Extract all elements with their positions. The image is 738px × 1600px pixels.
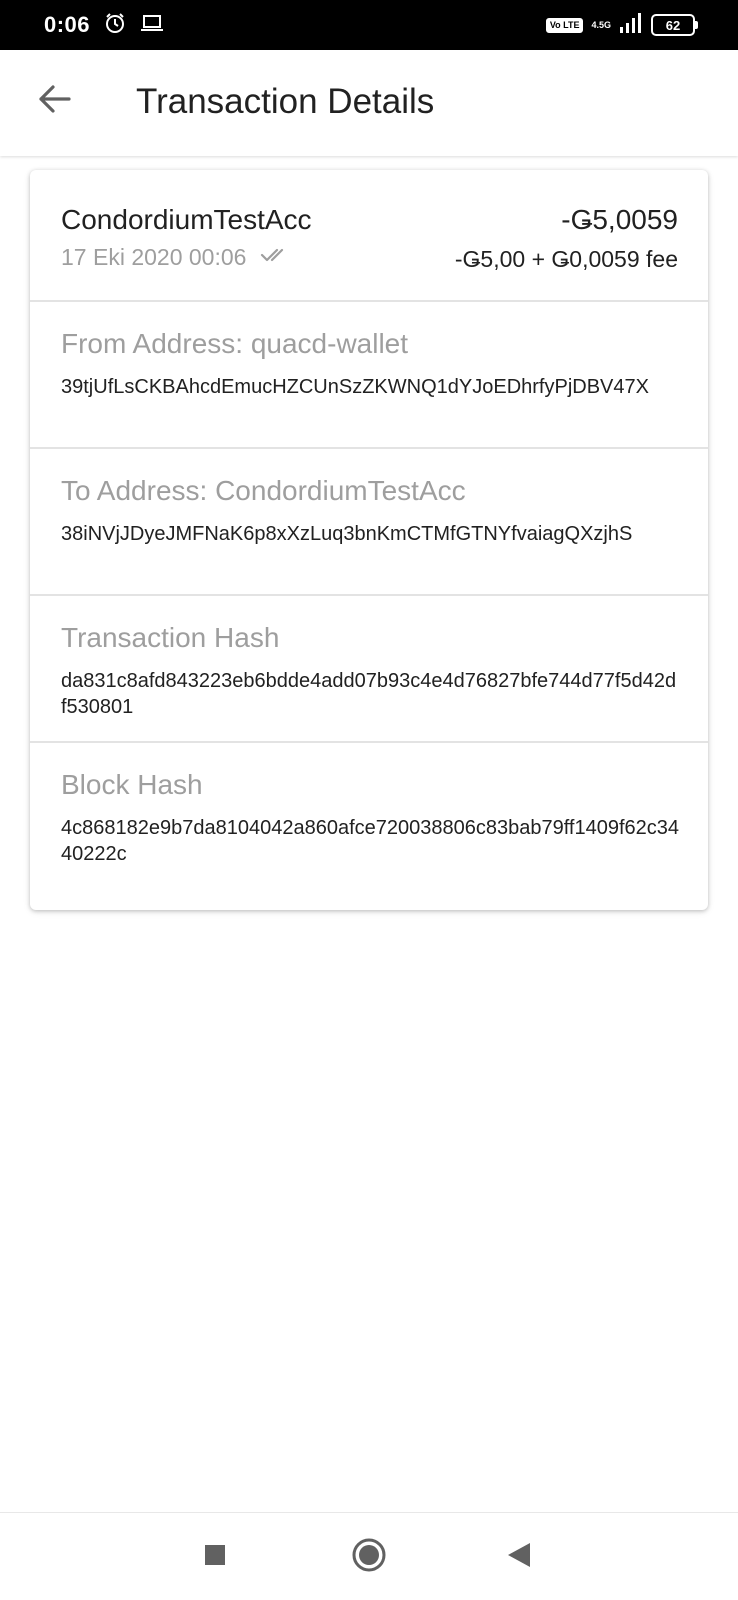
- signal-icon: [619, 12, 643, 39]
- transaction-date: 17 Eki 2020 00:06: [61, 244, 247, 270]
- nav-back-button[interactable]: [495, 1533, 543, 1581]
- from-address-label: From Address: quacd-wallet: [61, 328, 409, 359]
- square-recents-icon: [203, 1543, 227, 1572]
- to-address-value: 38iNVjJDyeJMFNaK6p8xXzLuq3bnKmCTMfGTNYfv…: [61, 523, 633, 545]
- status-left: 0:06: [44, 12, 164, 39]
- from-address-value: 39tjUfLsCKBAhcdEmucHZCUnSzZKWNQ1dYJoEDhr…: [61, 376, 649, 398]
- network-type: 4.5G: [591, 19, 611, 30]
- transaction-summary: CondordiumTestAcc 17 Eki 2020 00:06 -Ǥ5,…: [30, 170, 708, 302]
- transaction-card: CondordiumTestAcc 17 Eki 2020 00:06 -Ǥ5,…: [30, 170, 708, 910]
- amount-breakdown: -Ǥ5,00 + Ǥ0,0059 fee: [454, 246, 678, 272]
- back-button[interactable]: [30, 77, 78, 125]
- network-indicator: 4.5G: [591, 19, 611, 30]
- transaction-details-screen: 0:06 Vo LTE 4.5G 62 Transaction Details …: [0, 0, 738, 1600]
- volte-icon: Vo LTE: [545, 17, 584, 33]
- to-address-section: To Address: CondordiumTestAcc 38iNVjJDye…: [30, 449, 708, 596]
- transaction-hash-section: Transaction Hash da831c8afd843223eb6bdde…: [30, 596, 708, 743]
- app-bar: Transaction Details: [0, 50, 738, 156]
- transaction-hash-label: Transaction Hash: [61, 622, 280, 653]
- status-right: Vo LTE 4.5G 62: [545, 12, 698, 39]
- back-arrow-icon: [37, 84, 71, 119]
- alarm-icon: [104, 12, 126, 39]
- transaction-hash-value: da831c8afd843223eb6bdde4add07b93c4e4d768…: [61, 670, 677, 718]
- battery-tip: [695, 21, 698, 29]
- status-time: 0:06: [44, 12, 91, 37]
- home-button[interactable]: [345, 1533, 393, 1581]
- battery-level: 62: [651, 14, 695, 36]
- system-nav-bar: [0, 1512, 738, 1600]
- block-hash-value: 4c868182e9b7da8104042a860afce720038806c8…: [61, 817, 680, 865]
- triangle-back-icon: [506, 1541, 532, 1574]
- double-check-icon: [260, 246, 290, 269]
- from-address-section: From Address: quacd-wallet 39tjUfLsCKBAh…: [30, 302, 708, 449]
- laptop-icon: [140, 13, 164, 38]
- status-bar: 0:06 Vo LTE 4.5G 62: [0, 0, 738, 50]
- block-hash-label: Block Hash: [61, 769, 203, 800]
- circle-home-icon: [351, 1537, 387, 1578]
- battery-icon: 62: [651, 14, 698, 36]
- block-hash-section: Block Hash 4c868182e9b7da8104042a860afce…: [30, 743, 708, 890]
- recents-button[interactable]: [191, 1533, 239, 1581]
- to-address-label: To Address: CondordiumTestAcc: [61, 475, 466, 506]
- transaction-amount: -Ǥ5,0059: [561, 204, 678, 235]
- page-title: Transaction Details: [136, 82, 435, 121]
